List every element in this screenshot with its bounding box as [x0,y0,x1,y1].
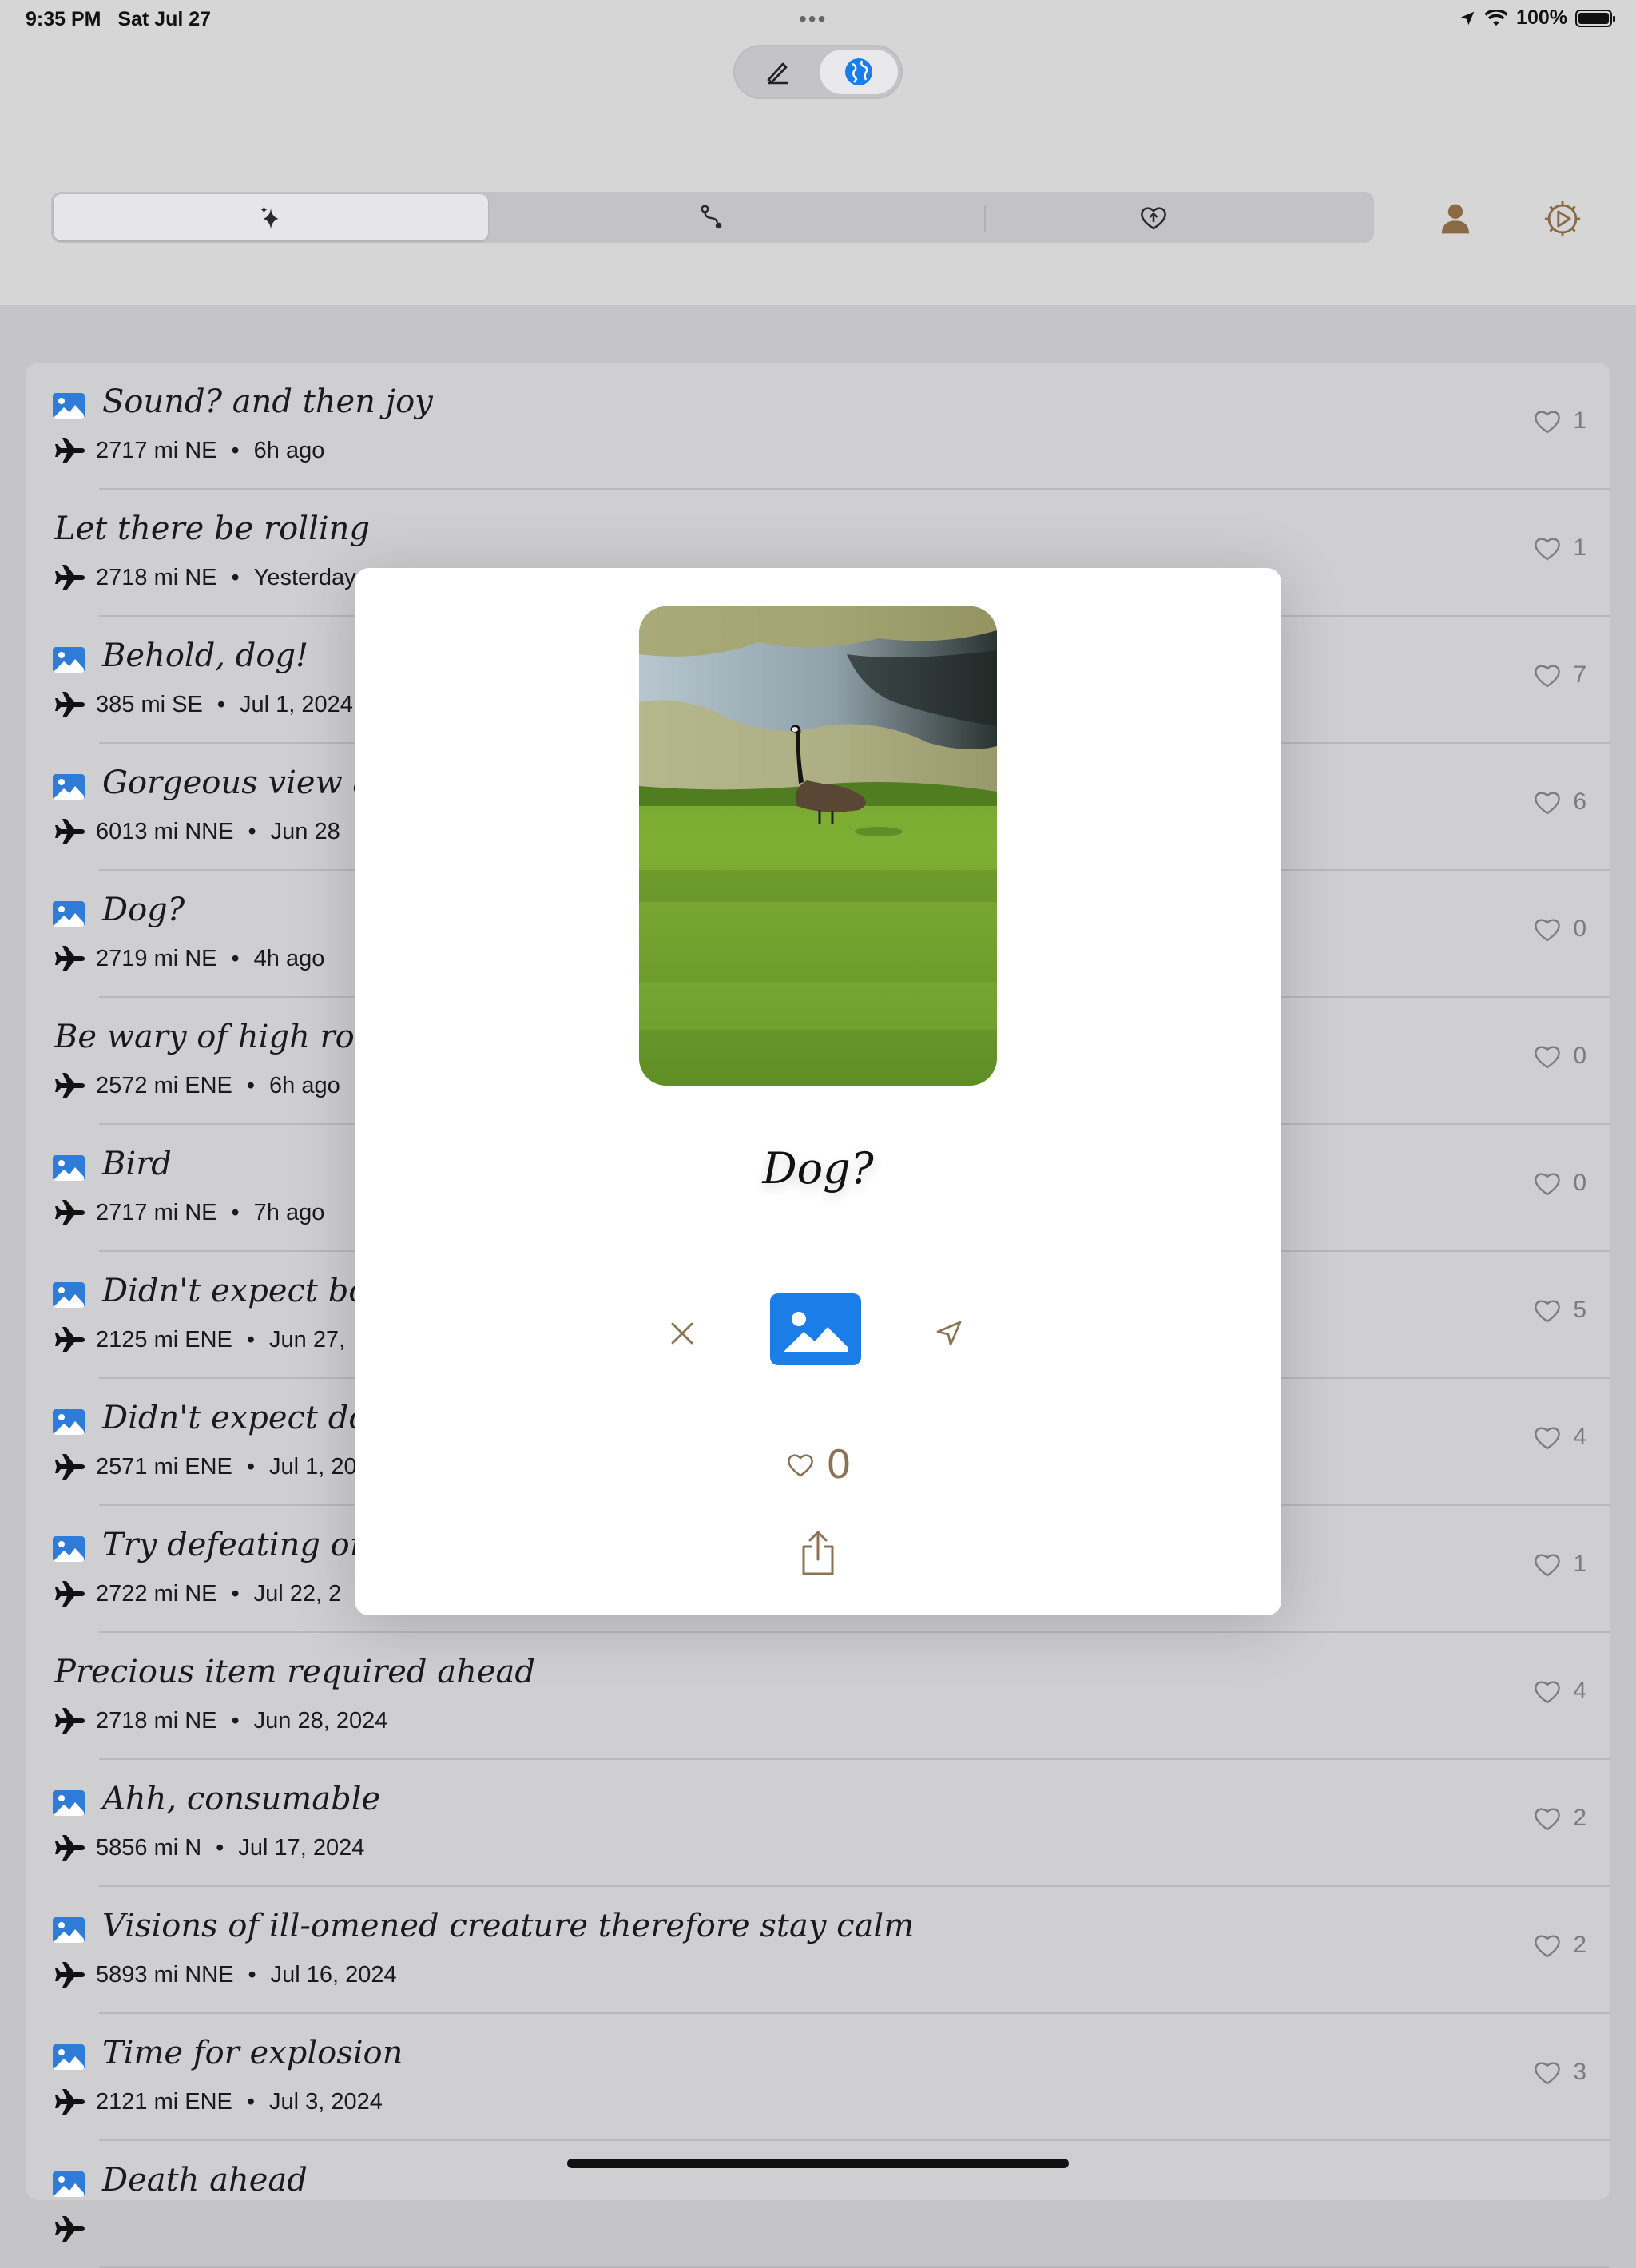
close-icon [671,1322,693,1345]
close-button[interactable] [660,1311,705,1356]
view-photo-button[interactable] [770,1293,861,1365]
explore-mode-button[interactable] [820,50,898,94]
modal-title: Dog? [762,1143,874,1194]
route-icon [701,205,722,229]
write-mode-button[interactable] [738,50,816,94]
tab-discover[interactable] [54,194,488,240]
settings-button[interactable] [1537,193,1588,244]
goose-photo-image [639,606,997,1086]
share-icon [802,1531,834,1575]
profile-button[interactable] [1430,193,1481,244]
location-icon [1460,11,1475,25]
person-icon [1441,204,1470,234]
gear-icon [1544,201,1581,237]
airplane-icon [55,2216,85,2242]
modal-like-button[interactable]: 0 [355,1440,1281,1488]
status-bar: 9:35 PM Sat Jul 27 ••• 100% [0,0,1636,37]
date: Sat Jul 27 [117,8,212,30]
photo-icon [784,1312,848,1352]
mode-toggle [733,45,903,99]
multitasking-dots-icon[interactable]: ••• [799,6,827,32]
share-button[interactable] [796,1527,840,1579]
message-detail-modal: Dog? 0 [355,568,1281,1615]
location-arrow-icon [936,1321,962,1346]
globe-icon [845,58,872,85]
battery-percent: 100% [1516,6,1567,29]
message-photo[interactable] [639,606,997,1086]
header [0,37,1636,305]
wifi-icon [1484,9,1508,26]
status-time: 9:35 PM Sat Jul 27 [26,8,211,31]
status-indicators: 100% [1459,6,1615,30]
clock: 9:35 PM [26,8,101,30]
heart-upload-icon [1141,207,1166,230]
tab-route[interactable] [494,194,929,240]
modal-actions [355,1293,1281,1373]
navigate-button[interactable] [927,1311,971,1356]
modal-like-count: 0 [827,1441,851,1488]
battery-icon [1575,9,1615,27]
heart-icon [787,1454,813,1477]
home-indicator[interactable] [567,2159,1069,2168]
pencil-icon [767,62,788,85]
tab-favorites[interactable] [936,194,1371,240]
sparkles-icon [260,205,279,230]
feed-tabs [51,192,1374,243]
message-meta [54,2214,105,2243]
